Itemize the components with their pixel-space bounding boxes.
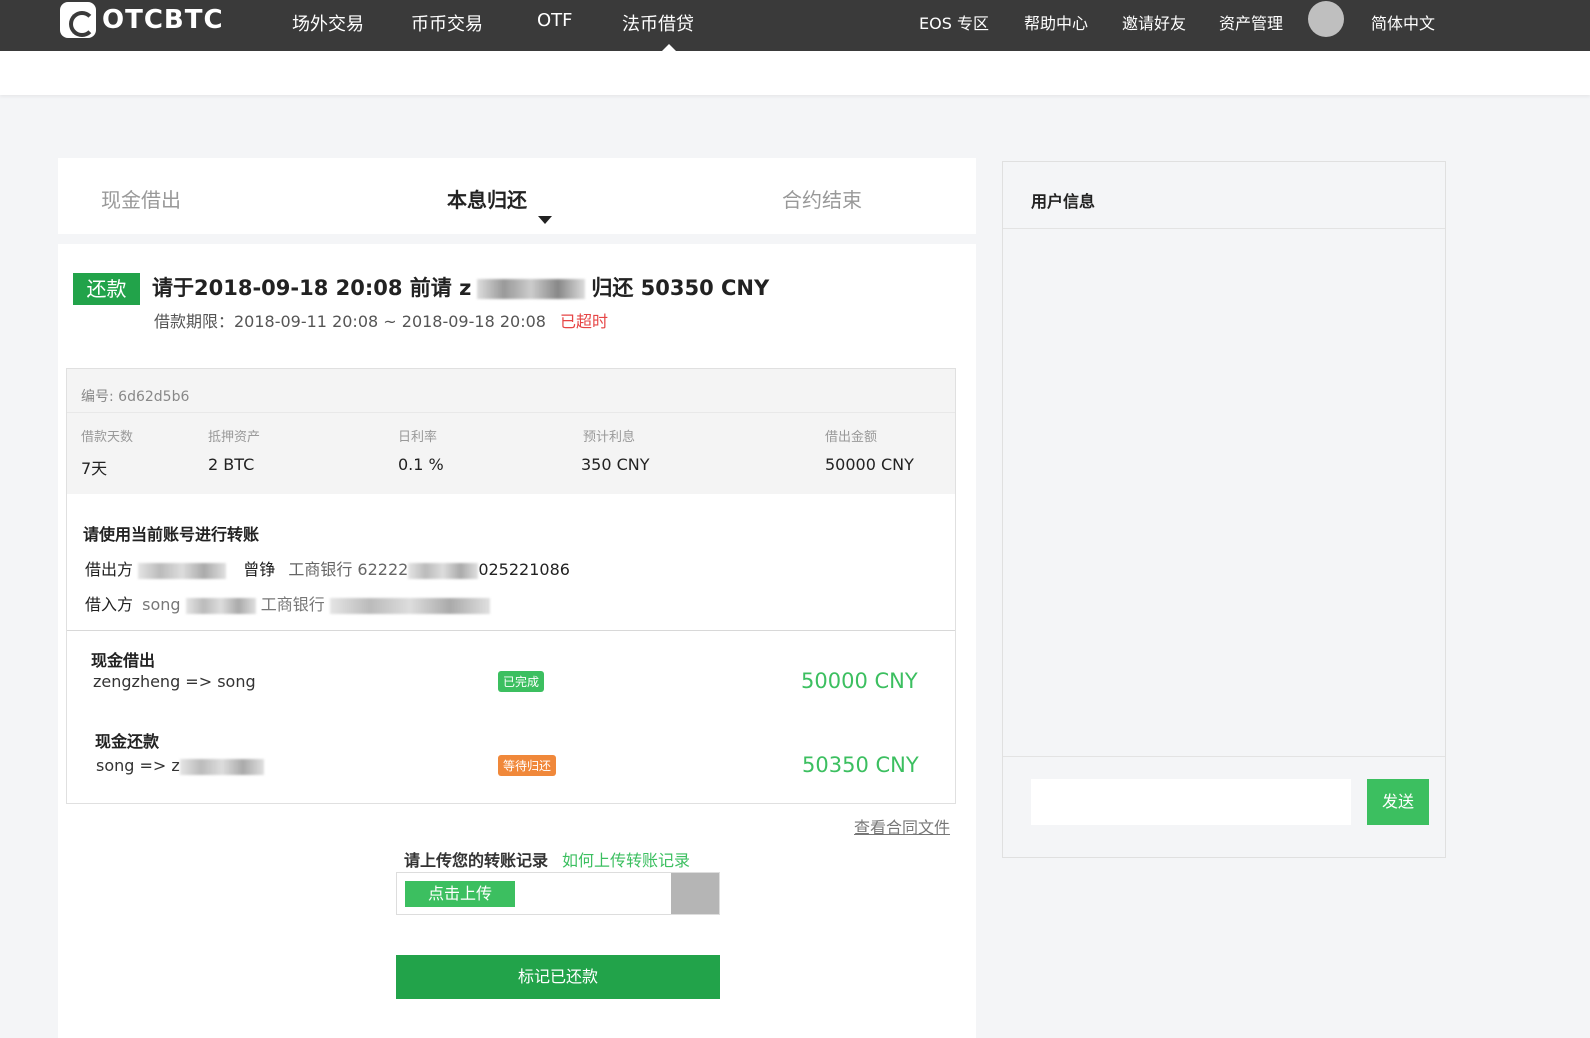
loan-period: 借款期限：2018-09-11 20:08 ~ 2018-09-18 20:08 <box>154 312 546 331</box>
order-summary: 编号: 6d62d5b6 借款天数 7天 抵押资产 2 BTC 日利率 0.1 … <box>67 369 955 494</box>
redacted-lender-user <box>138 562 227 579</box>
user-info-panel: 用户信息 发送 <box>1002 161 1446 858</box>
redacted-borrower-account <box>329 597 490 614</box>
lender-label: 借出方 <box>85 560 134 579</box>
nav-fiat-loan[interactable]: 法币借贷 <box>622 10 694 36</box>
borrower-account-row: 借入方 song 工商银行 <box>85 591 490 615</box>
language-switcher[interactable]: 简体中文 <box>1371 10 1435 34</box>
progress-steps: 现金借出 本息归还 合约结束 <box>58 158 976 234</box>
borrower-name: song <box>142 595 181 614</box>
flow-lend-amount: 50000 CNY <box>801 669 918 693</box>
order-info-box: 编号: 6d62d5b6 借款天数 7天 抵押资产 2 BTC 日利率 0.1 … <box>66 368 956 804</box>
borrower-bank: 工商银行 <box>260 595 325 614</box>
daily-rate-value: 0.1 % <box>398 455 444 474</box>
flow-repay-title: 现金还款 <box>95 732 160 751</box>
expected-interest-value: 350 CNY <box>581 455 650 474</box>
nav-active-caret-icon <box>662 44 676 51</box>
redacted-borrower-user <box>185 597 256 614</box>
loan-amount-value: 50000 CNY <box>825 455 914 474</box>
redacted-lender-account <box>408 562 479 579</box>
user-info-header: 用户信息 <box>1003 162 1445 229</box>
user-avatar[interactable] <box>1308 1 1344 37</box>
divider <box>1003 756 1445 757</box>
loan-amount-label: 借出金额 <box>825 430 878 445</box>
step-contract-end: 合约结束 <box>782 188 862 212</box>
divider <box>67 630 955 631</box>
redacted-name <box>477 279 586 299</box>
brand-name: OTCBTC <box>102 5 224 35</box>
overdue-status: 已超时 <box>560 312 609 331</box>
step-cash-lend: 现金借出 <box>101 188 181 212</box>
flow-repay-amount: 50350 CNY <box>802 753 919 777</box>
order-number: 编号: 6d62d5b6 <box>81 389 190 405</box>
nav-eos-zone[interactable]: EOS 专区 <box>919 10 989 34</box>
flow-repay-parties-text: song => z <box>96 756 180 775</box>
daily-rate-label: 日利率 <box>398 430 438 445</box>
lender-bank: 工商银行 62222 <box>288 560 409 579</box>
mark-repaid-button[interactable]: 标记已还款 <box>396 955 720 999</box>
view-contract-link[interactable]: 查看合同文件 <box>854 814 950 838</box>
upload-help-link[interactable]: 如何上传转账记录 <box>562 847 690 871</box>
flow-lend-status-badge: 已完成 <box>498 671 545 692</box>
lender-account-row: 借出方 曾铮 工商银行 62222 025221086 <box>85 556 570 580</box>
transfer-instructions-title: 请使用当前账号进行转账 <box>83 525 260 544</box>
headline-prefix: 请于2018-09-18 20:08 前请 z <box>152 276 472 300</box>
nav-asset-management[interactable]: 资产管理 <box>1219 10 1283 34</box>
nav-otf[interactable]: OTF <box>537 10 573 31</box>
headline-suffix: 归还 50350 CNY <box>591 276 770 300</box>
nav-help-center[interactable]: 帮助中心 <box>1024 10 1088 34</box>
step-active-caret-icon <box>538 216 552 224</box>
step-repay: 本息归还 <box>447 188 527 212</box>
flow-repay-status-badge: 等待归还 <box>498 755 557 776</box>
redacted-repay-user <box>179 758 264 775</box>
loan-days-label: 借款天数 <box>81 430 134 445</box>
flow-repay-parties: song => z <box>96 756 264 775</box>
lender-account-tail: 025221086 <box>478 560 570 579</box>
collateral-value: 2 BTC <box>208 455 255 474</box>
repay-tag: 还款 <box>73 273 140 305</box>
otcbtc-logo-icon <box>60 2 96 38</box>
chat-message-input[interactable] <box>1031 779 1351 825</box>
loan-detail-card: 还款 请于2018-09-18 20:08 前请 z 归还 50350 CNY 借… <box>58 244 976 1038</box>
loan-days-value: 7天 <box>81 459 108 478</box>
upload-field[interactable]: 点击上传 <box>396 872 720 915</box>
repay-headline: 请于2018-09-18 20:08 前请 z 归还 50350 CNY <box>152 272 769 302</box>
upload-label: 请上传您的转账记录 <box>404 851 549 870</box>
flow-lend-parties: zengzheng => song <box>93 672 256 691</box>
collateral-label: 抵押资产 <box>208 430 261 445</box>
sub-bar <box>0 51 1590 95</box>
borrower-label: 借入方 <box>85 595 134 614</box>
lender-name: 曾铮 <box>243 560 276 579</box>
upload-button[interactable]: 点击上传 <box>405 881 515 907</box>
divider <box>67 412 955 413</box>
brand-logo[interactable]: OTCBTC <box>60 0 224 40</box>
nav-coin-trade[interactable]: 币币交易 <box>411 10 483 36</box>
upload-preview <box>671 873 719 914</box>
send-button[interactable]: 发送 <box>1367 779 1429 825</box>
flow-lend-title: 现金借出 <box>91 651 156 670</box>
expected-interest-label: 预计利息 <box>583 430 636 445</box>
nav-invite-friends[interactable]: 邀请好友 <box>1122 10 1186 34</box>
user-info-title: 用户信息 <box>1031 192 1096 211</box>
nav-otc-trade[interactable]: 场外交易 <box>292 10 364 36</box>
top-nav: OTCBTC 场外交易 币币交易 OTF 法币借贷 EOS 专区 帮助中心 邀请… <box>0 0 1590 51</box>
